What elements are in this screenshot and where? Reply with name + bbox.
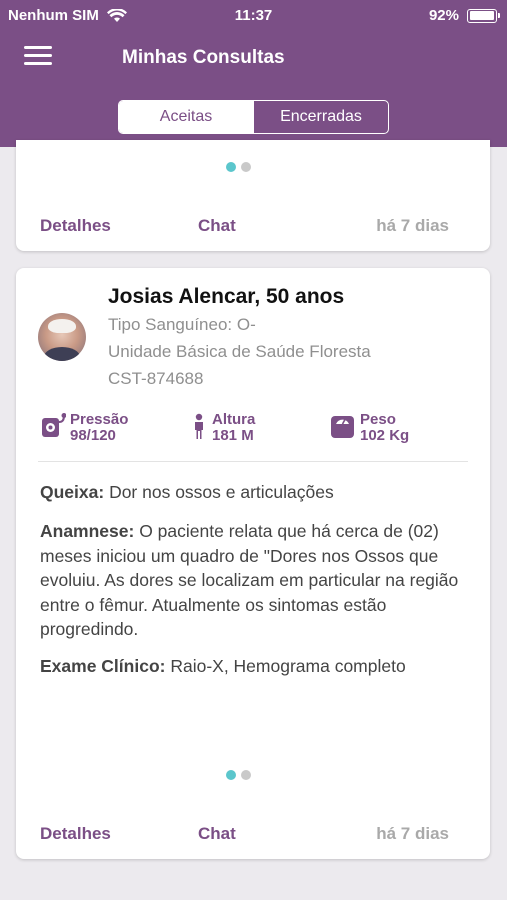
consultation-card: Detalhes Chat há 7 dias bbox=[16, 140, 490, 251]
page-dot[interactable] bbox=[241, 162, 251, 172]
hamburger-menu-icon[interactable] bbox=[24, 46, 52, 68]
person-height-icon bbox=[195, 413, 203, 439]
tab-encerradas[interactable]: Encerradas bbox=[253, 101, 388, 133]
card-footer: Detalhes Chat há 7 dias bbox=[16, 824, 490, 854]
vital-pressure: Pressão 98/120 bbox=[40, 412, 128, 444]
page-dot[interactable] bbox=[241, 770, 251, 780]
page-dot-active[interactable] bbox=[226, 162, 236, 172]
page-title: Minhas Consultas bbox=[122, 47, 285, 68]
vital-weight: Peso 102 Kg bbox=[330, 412, 409, 444]
chat-link[interactable]: Chat bbox=[198, 824, 236, 844]
exam-label: Exame Clínico: bbox=[40, 656, 166, 676]
consultation-card: Josias Alencar, 50 anos Tipo Sanguíneo: … bbox=[16, 268, 490, 859]
tab-aceitas[interactable]: Aceitas bbox=[119, 101, 253, 133]
page-indicator bbox=[226, 162, 251, 172]
weight-value: 102 Kg bbox=[360, 427, 410, 444]
anamnesis-section: Anamnese: O paciente relata que há cerca… bbox=[40, 519, 470, 642]
height-value: 181 M bbox=[212, 427, 254, 444]
pressure-value: 98/120 bbox=[70, 427, 116, 444]
page-dot-active[interactable] bbox=[226, 770, 236, 780]
anamnesis-label: Anamnese: bbox=[40, 521, 135, 541]
divider bbox=[38, 461, 468, 462]
details-link[interactable]: Detalhes bbox=[40, 824, 111, 844]
complaint-label: Queixa: bbox=[40, 482, 105, 502]
details-link[interactable]: Detalhes bbox=[40, 216, 111, 236]
weight-label: Peso bbox=[360, 411, 396, 428]
scale-icon bbox=[331, 416, 354, 438]
height-label: Altura bbox=[212, 411, 256, 428]
vital-height: Altura 181 M bbox=[190, 412, 255, 444]
card-footer: Detalhes Chat há 7 dias bbox=[16, 216, 490, 246]
app-header: Nenhum SIM 11:37 92% Minhas Consultas Ac… bbox=[0, 0, 507, 147]
time-ago: há 7 dias bbox=[376, 216, 449, 235]
cst-code: CST-874688 bbox=[108, 369, 204, 388]
exam-section: Exame Clínico: Raio-X, Hemograma complet… bbox=[40, 654, 470, 679]
chat-link[interactable]: Chat bbox=[198, 216, 236, 236]
complaint-text: Dor nos ossos e articulações bbox=[104, 482, 334, 502]
pressure-label: Pressão bbox=[70, 411, 129, 428]
blood-pressure-icon bbox=[42, 413, 66, 437]
battery-percent: 92% bbox=[428, 7, 459, 24]
time-ago: há 7 dias bbox=[376, 824, 449, 843]
consultation-tabs: Aceitas Encerradas bbox=[118, 100, 389, 134]
patient-name: Josias Alencar, 50 anos bbox=[108, 285, 345, 308]
battery-indicator: 92% bbox=[428, 7, 500, 24]
health-unit: Unidade Básica de Saúde Floresta bbox=[108, 342, 371, 361]
battery-icon bbox=[467, 8, 500, 23]
page-indicator bbox=[226, 770, 251, 780]
patient-avatar bbox=[38, 313, 86, 361]
status-bar: Nenhum SIM 11:37 92% bbox=[0, 0, 507, 32]
complaint-section: Queixa: Dor nos ossos e articulações bbox=[40, 480, 470, 505]
exam-text: Raio-X, Hemograma completo bbox=[165, 656, 406, 676]
blood-type: Tipo Sanguíneo: O- bbox=[108, 315, 256, 334]
